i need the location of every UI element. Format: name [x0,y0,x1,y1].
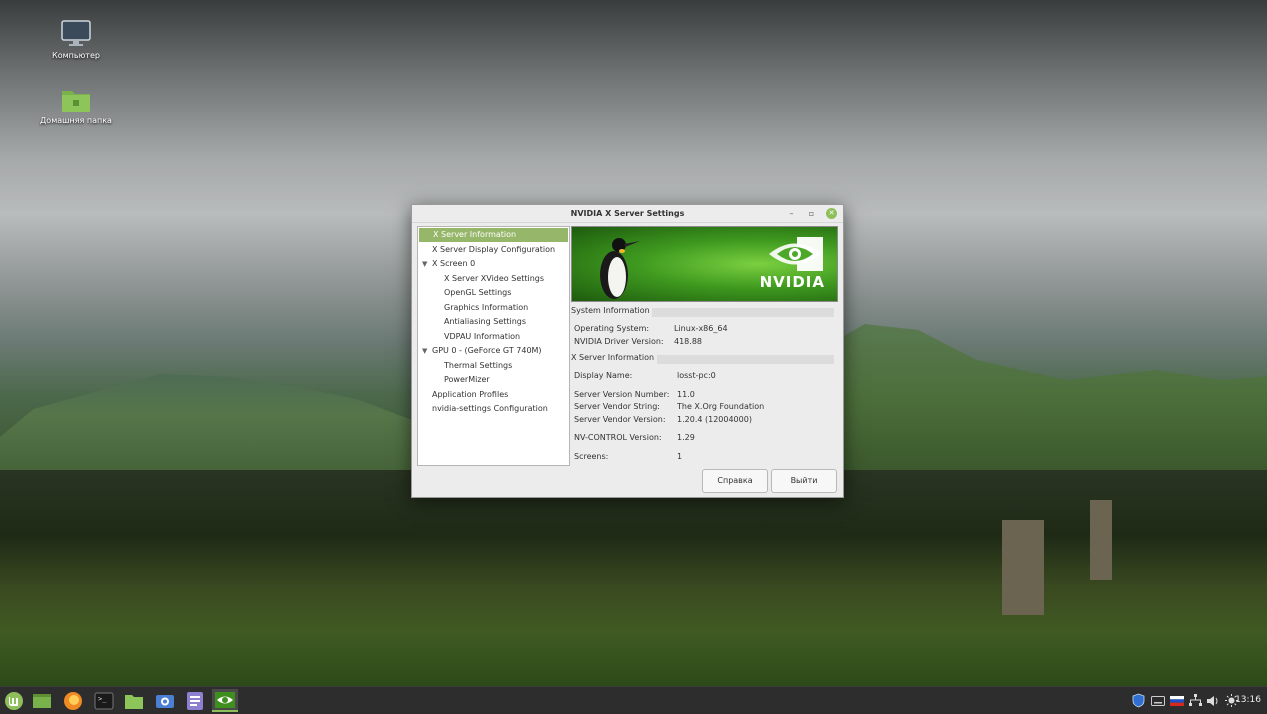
text-editor-icon[interactable] [182,689,208,712]
tree-item-label: X Server Information [433,230,517,239]
tree-item-x-server-information[interactable]: X Server Information [419,228,568,242]
nvidia-brand-text: NVIDIA [759,273,825,291]
nvidia-settings-window: NVIDIA X Server Settings – ▫ ✕ X Server … [411,204,844,498]
os-label: Operating System: [574,324,650,333]
tree-item-label: nvidia-settings Configuration [432,404,548,413]
tree-item-opengl-settings[interactable]: OpenGL Settings [444,286,511,300]
tree-item-label: X Screen 0 [432,259,476,268]
keyboard-icon[interactable] [1150,687,1166,714]
tree-item-label: Application Profiles [432,390,509,399]
tree-item-xvideo-settings[interactable]: X Server XVideo Settings [444,272,544,286]
maximize-button[interactable]: ▫ [806,208,817,219]
desktop-icon-home[interactable]: Домашняя папка [36,87,116,125]
network-icon[interactable] [1187,687,1203,714]
tree-item-powermizer[interactable]: PowerMizer [444,373,490,387]
section-separator [657,355,834,364]
flag-icon[interactable] [1169,687,1185,714]
desktop-icon-computer[interactable]: Компьютер [36,20,116,60]
quit-button[interactable]: Выйти [771,469,837,493]
section-heading: System Information [571,306,650,315]
expander-arrow-icon[interactable]: ▼ [422,257,432,271]
volume-icon[interactable] [1205,687,1221,714]
tree-item-label: X Server Display Configuration [432,245,556,254]
shield-icon[interactable] [1130,687,1146,714]
fence-post [1090,500,1112,580]
vendor-version-label: Server Vendor Version: [574,415,666,424]
tree-item-label: OpenGL Settings [444,288,512,297]
os-value: Linux-x86_64 [674,324,728,333]
nvidia-settings-icon[interactable] [212,689,238,712]
driver-version-label: NVIDIA Driver Version: [574,337,664,346]
tree-item-application-profiles[interactable]: Application Profiles [432,388,508,402]
firefox-icon[interactable] [60,689,86,712]
nv-control-version-label: NV-CONTROL Version: [574,433,662,442]
background-ground [0,470,1267,686]
svg-text:>_: >_ [98,695,107,703]
help-button[interactable]: Справка [702,469,768,493]
section-separator [652,308,834,317]
tree-item-label: Graphics Information [444,303,529,312]
vendor-version-value: 1.20.4 (12004000) [677,415,752,424]
tree-item-vdpau-information[interactable]: VDPAU Information [444,330,520,344]
tree-item-thermal-settings[interactable]: Thermal Settings [444,359,512,373]
window-titlebar[interactable]: NVIDIA X Server Settings – ▫ ✕ [412,205,843,223]
minimize-button[interactable]: – [786,208,797,219]
mint-menu-icon[interactable] [1,689,27,712]
clock[interactable]: 13:16 [1235,695,1261,705]
nv-control-version-value: 1.29 [677,433,695,442]
tree-item-label: Thermal Settings [444,361,513,370]
system-information-section: System Information [571,306,836,318]
screens-value: 1 [677,452,683,461]
terminal-icon[interactable]: >_ [91,689,117,712]
vendor-string-value: The X.Org Foundation [677,402,765,411]
display-name-value: losst-pc:0 [677,371,716,380]
driver-version-value: 418.88 [674,337,702,346]
nvidia-banner: NVIDIA [571,226,838,302]
screens-label: Screens: [574,452,609,461]
show-desktop-icon[interactable] [29,689,55,712]
tree-item-label: VDPAU Information [444,332,521,341]
desktop-icon-label: Компьютер [52,51,100,60]
tree-item-label: GPU 0 - (GeForce GT 740M) [432,346,542,355]
display-name-label: Display Name: [574,371,633,380]
screenshot-icon[interactable] [152,689,178,712]
nvidia-eye-logo-icon [769,237,823,271]
monitor-icon [61,20,91,48]
tree-item-label: X Server XVideo Settings [444,274,545,283]
fence-post [1002,520,1044,615]
tree-item-x-screen-0[interactable]: ▼ X Screen 0 [422,257,475,271]
section-heading: X Server Information [571,353,655,362]
close-button[interactable]: ✕ [826,208,837,219]
server-version-label: Server Version Number: [574,390,670,399]
vendor-string-label: Server Vendor String: [574,402,660,411]
taskbar: >_ 13:16 [0,686,1267,714]
expander-arrow-icon[interactable]: ▼ [422,344,432,358]
tree-item-label: Antialiasing Settings [444,317,527,326]
desktop-icon-label: Домашняя папка [40,116,112,125]
server-version-value: 11.0 [677,390,695,399]
tree-item-gpu-0[interactable]: ▼ GPU 0 - (GeForce GT 740M) [422,344,542,358]
x-server-information-section: X Server Information [571,353,836,365]
tree-item-antialiasing-settings[interactable]: Antialiasing Settings [444,315,526,329]
files-icon[interactable] [121,689,147,712]
tree-item-label: PowerMizer [444,375,490,384]
window-title: NVIDIA X Server Settings [570,209,685,218]
home-folder-icon [61,87,91,113]
tree-item-nvidia-settings-configuration[interactable]: nvidia-settings Configuration [432,402,548,416]
tree-item-graphics-information[interactable]: Graphics Information [444,301,528,315]
tree-item-x-server-display-configuration[interactable]: X Server Display Configuration [432,243,555,257]
penguin-icon [600,238,640,299]
navigation-tree: X Server Information X Server Display Co… [417,226,570,466]
